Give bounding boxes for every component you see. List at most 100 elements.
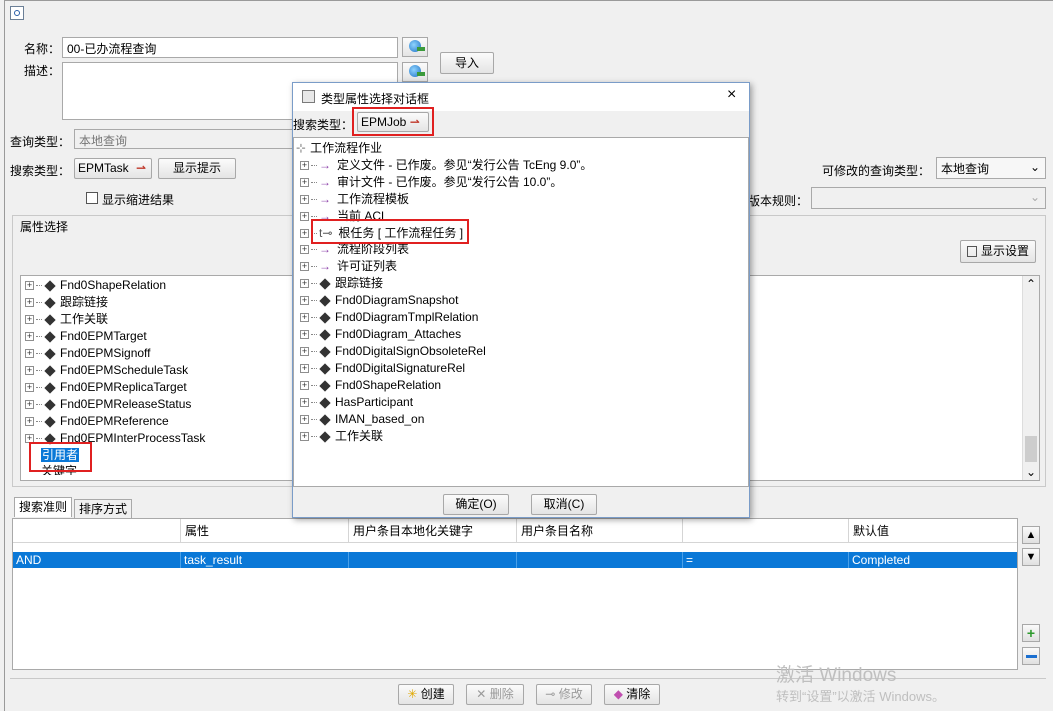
dialog-search-type-label: 搜索类型： (293, 118, 354, 132)
dialog-ok-button[interactable]: 确定(O) (443, 494, 509, 515)
scroll-thumb[interactable] (1025, 436, 1037, 462)
tree-node[interactable]: + 工作关联 (25, 311, 108, 328)
modify-button[interactable]: ⊸ 修改 (536, 684, 592, 705)
node-label: Fnd0DigitalSignObsoleteRel (335, 344, 486, 358)
tree-node[interactable]: + Fnd0DiagramTmplRelation (300, 309, 478, 326)
tree-node[interactable]: + 跟踪链接 (300, 275, 383, 292)
name-label: 名称： (24, 42, 61, 56)
remove-row-button[interactable] (1022, 647, 1040, 665)
table-header[interactable]: 用户条目本地化关键字 (349, 519, 517, 543)
expand-icon[interactable]: + (25, 315, 34, 325)
tree-node[interactable]: + → 审计文件 - 已作废。参见“发行公告 10.0”。 (300, 174, 562, 191)
table-header[interactable]: 用户条目名称 (517, 519, 683, 543)
close-icon[interactable]: × (727, 86, 736, 104)
tree-node[interactable]: + Fnd0EPMReference (25, 413, 169, 430)
expand-icon[interactable]: + (25, 349, 34, 359)
expand-icon[interactable]: + (300, 161, 309, 171)
show-indented-checkbox[interactable] (86, 192, 98, 204)
desc-label: 描述： (24, 64, 61, 78)
table-header[interactable]: 属性 (181, 519, 349, 543)
rev-rule-label: 版本规则： (748, 194, 809, 208)
tree-node[interactable]: + Fnd0EPMReleaseStatus (25, 396, 191, 413)
show-hint-button[interactable]: 显示提示 (158, 158, 236, 179)
expand-icon[interactable]: + (25, 366, 34, 376)
expand-icon[interactable]: + (300, 212, 309, 222)
node-label: IMAN_based_on (335, 412, 425, 426)
tree-node[interactable]: + Fnd0EPMReplicaTarget (25, 379, 187, 396)
delete-button[interactable]: ✕ 删除 (466, 684, 524, 705)
table-cell[interactable] (349, 552, 517, 568)
expand-icon[interactable]: + (300, 381, 309, 391)
search-query-icon[interactable] (10, 6, 24, 20)
expand-icon[interactable]: + (300, 364, 309, 374)
tree-node[interactable]: + → 许可证列表 (300, 258, 397, 275)
tree-node[interactable]: + Fnd0DigitalSignObsoleteRel (300, 343, 486, 360)
tree-node[interactable]: + Fnd0DiagramSnapshot (300, 292, 458, 309)
create-button[interactable]: ✳ 创建 (398, 684, 454, 705)
tab-search-criteria[interactable]: 搜索准则 (14, 497, 73, 517)
expand-icon[interactable]: + (300, 330, 309, 340)
tree-node[interactable]: + Fnd0ShapeRelation (25, 277, 166, 294)
table-header[interactable] (683, 519, 849, 543)
tree-node[interactable]: + Fnd0Diagram_Attaches (300, 326, 461, 343)
expand-icon[interactable]: + (25, 281, 34, 291)
expand-icon[interactable]: + (300, 347, 309, 357)
table-cell[interactable]: Completed (849, 552, 1017, 568)
dialog-cancel-button[interactable]: 取消(C) (531, 494, 597, 515)
tree-node[interactable]: + IMAN_based_on (300, 411, 424, 428)
table-cell[interactable]: task_result (181, 552, 349, 568)
tree-node[interactable]: + 跟踪链接 (25, 294, 108, 311)
expand-icon[interactable]: + (300, 296, 309, 306)
move-up-button[interactable]: ▲ (1022, 526, 1040, 544)
tree-node[interactable]: + Fnd0ShapeRelation (300, 377, 441, 394)
tree-node[interactable]: + → 工作流程模板 (300, 191, 409, 208)
tree-node[interactable]: + 工作关联 (300, 428, 383, 445)
rev-rule-select[interactable]: ⌄ (811, 187, 1046, 209)
node-label: Fnd0EPMReplicaTarget (60, 380, 187, 394)
expand-icon[interactable]: + (25, 332, 34, 342)
criteria-table[interactable]: 属性 用户条目本地化关键字 用户条目名称 默认值 AND task_result… (12, 518, 1018, 670)
search-type-button[interactable]: EPMTask ⇀ (74, 158, 152, 179)
expand-icon[interactable]: + (300, 229, 309, 239)
tree-node[interactable]: + Fnd0EPMScheduleTask (25, 362, 188, 379)
table-cell[interactable]: AND (13, 552, 181, 568)
globe-icon (409, 40, 425, 52)
name-input[interactable]: 00-已办流程查询 (62, 37, 398, 58)
tree-root[interactable]: ⊹ 工作流程作业 (296, 140, 382, 157)
expand-icon[interactable]: + (300, 262, 309, 272)
tree-node[interactable]: + → 定义文件 - 已作废。参见“发行公告 TcEng 9.0”。 (300, 157, 592, 174)
expand-icon[interactable]: + (300, 432, 309, 442)
expand-icon[interactable]: + (300, 245, 309, 254)
scroll-up-icon[interactable]: ⌃ (1023, 276, 1039, 292)
tree-node[interactable]: + Fnd0EPMTarget (25, 328, 147, 345)
scroll-down-icon[interactable]: ⌄ (1023, 464, 1039, 480)
tree-node[interactable]: + Fnd0EPMSignoff (25, 345, 151, 362)
expand-icon[interactable]: + (300, 195, 309, 205)
modifiable-query-select[interactable]: 本地查询 ⌄ (936, 157, 1046, 179)
add-row-button[interactable]: + (1022, 624, 1040, 642)
expand-icon[interactable]: + (25, 298, 34, 308)
tree-node[interactable]: + Fnd0DigitalSignatureRel (300, 360, 465, 377)
move-down-button[interactable]: ▼ (1022, 548, 1040, 566)
desc-lookup-button[interactable] (402, 62, 428, 82)
expand-icon[interactable]: + (300, 398, 309, 408)
expand-icon[interactable]: + (300, 415, 309, 425)
tab-sort-order[interactable]: 排序方式 (74, 499, 133, 519)
expand-icon[interactable]: + (300, 178, 309, 188)
dialog-attr-tree[interactable]: ⊹ 工作流程作业 + → 定义文件 - 已作废。参见“发行公告 TcEng 9.0”。… (293, 137, 749, 487)
attr-tree-scrollbar[interactable]: ⌃ ⌄ (1022, 276, 1039, 480)
expand-icon[interactable]: + (25, 417, 34, 427)
display-settings-button[interactable]: 显示设置 (960, 240, 1036, 263)
expand-icon[interactable]: + (300, 279, 309, 289)
expand-icon[interactable]: + (25, 400, 34, 410)
import-button[interactable]: 导入 (440, 52, 494, 74)
table-header[interactable]: 默认值 (849, 519, 1017, 543)
table-cell[interactable]: = (683, 552, 849, 568)
expand-icon[interactable]: + (25, 383, 34, 393)
globe-icon (409, 65, 425, 77)
name-lookup-button[interactable] (402, 37, 428, 57)
tree-node[interactable]: + HasParticipant (300, 394, 413, 411)
expand-icon[interactable]: + (300, 313, 309, 323)
table-cell[interactable] (517, 552, 683, 568)
clear-button[interactable]: ◆ 清除 (604, 684, 660, 705)
